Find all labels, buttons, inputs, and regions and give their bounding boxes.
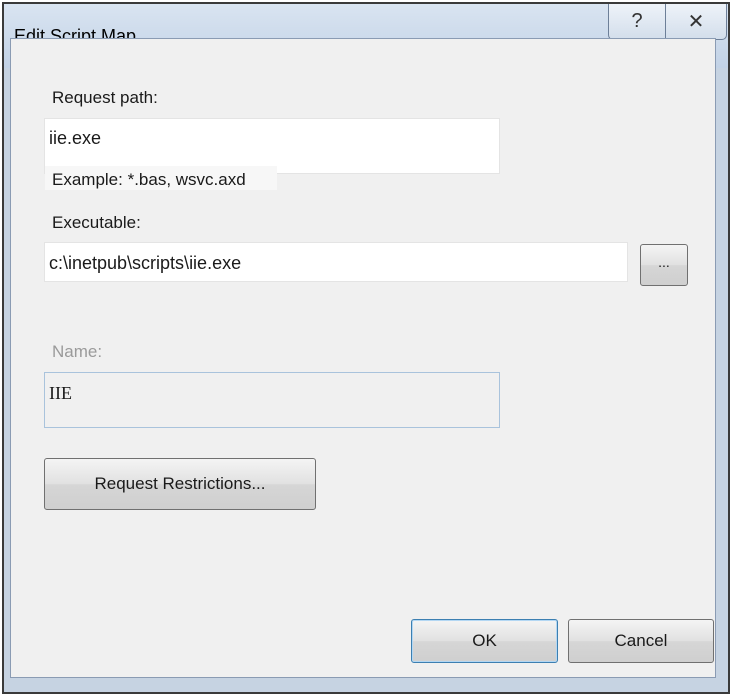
executable-label: Executable: [52,213,141,232]
browse-button[interactable]: ... [640,244,688,286]
help-icon: ? [631,10,643,32]
close-icon: ✕ [687,11,705,33]
executable-input[interactable]: c:\inetpub\scripts\iie.exe [44,242,628,282]
request-path-value: iie.exe [49,128,102,148]
executable-value: c:\inetpub\scripts\iie.exe [49,253,242,273]
close-button[interactable]: ✕ [665,4,727,40]
request-path-label: Request path: [52,88,158,107]
request-path-example: Example: *.bas, wsvc.axd [52,170,246,189]
help-button[interactable]: ? [608,4,666,40]
cancel-button[interactable]: Cancel [568,619,714,663]
name-label: Name: [52,342,103,361]
ok-button[interactable]: OK [411,619,558,663]
name-field: IIE [44,372,500,428]
name-value: IIE [49,383,72,403]
request-restrictions-button[interactable]: Request Restrictions... [44,458,316,510]
